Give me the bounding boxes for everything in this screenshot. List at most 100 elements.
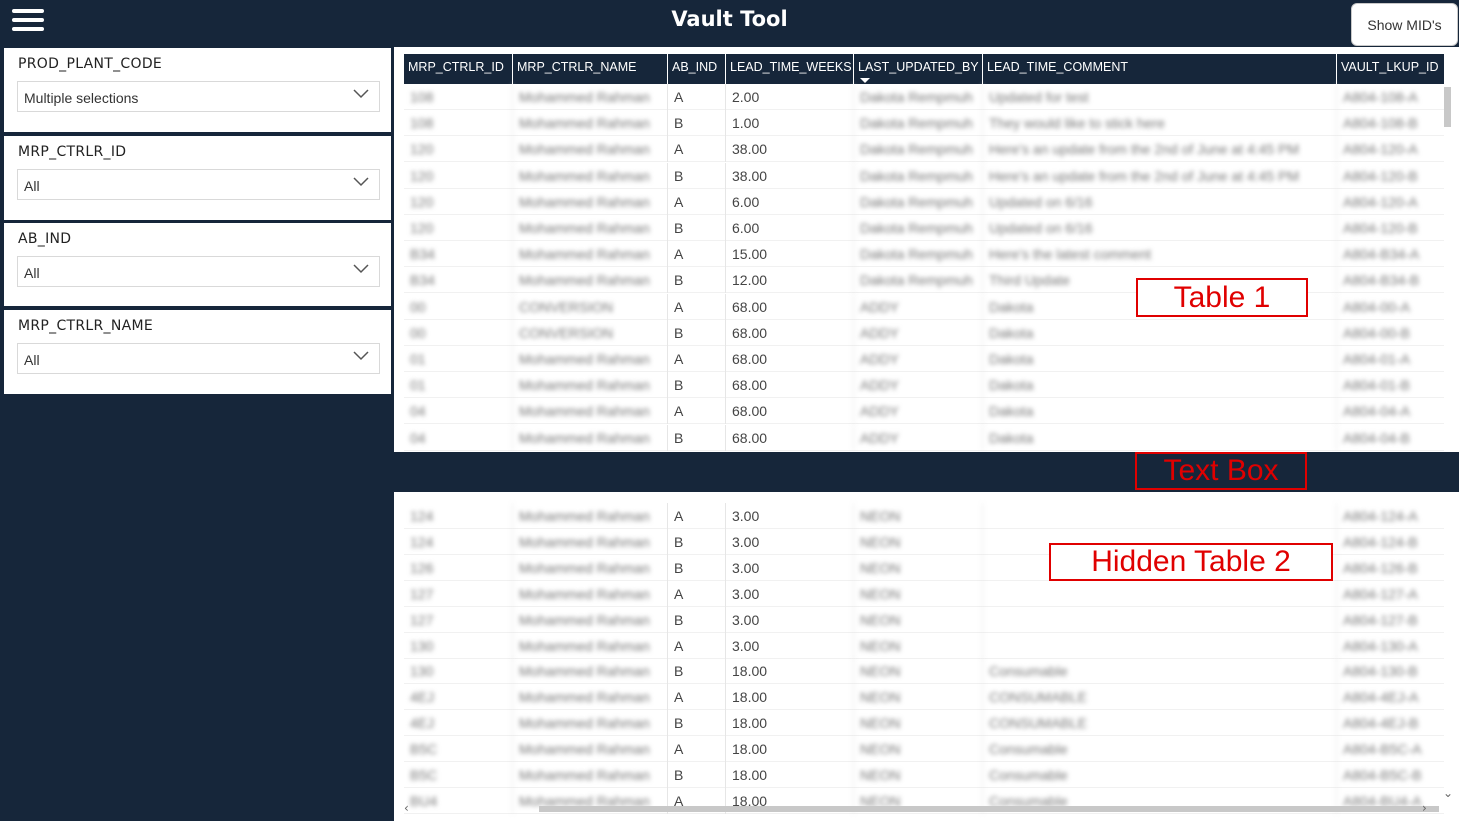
table-row[interactable]: B5C Mohammed Rahman A 18.00 NEON Consumable A8… (404, 736, 1444, 763)
cell-mrp-ctrlr-name: Mohammed Rahman (512, 162, 667, 189)
header-col-lead-time-comment[interactable]: LEAD_TIME_COMMENT (982, 54, 1336, 84)
header-col-lead-time-weeks[interactable]: LEAD_TIME_WEEKS (725, 54, 853, 84)
cell-lead-time-comment: Consumable (982, 762, 1336, 788)
scroll-left-arrow-icon[interactable]: ‹ (404, 801, 409, 815)
cell-mrp-ctrlr-name: Mohammed Rahman (512, 215, 667, 241)
cell-mrp-ctrlr-id: 120 (410, 141, 434, 158)
dropdown-value: All (24, 265, 40, 281)
cell-ab-ind: B (667, 162, 725, 189)
table-row[interactable]: 4EJ Mohammed Rahman A 18.00 NEON CONSUMABLE A8… (404, 684, 1444, 711)
cell-vault-lkup-id: A804-124-A (1336, 503, 1444, 529)
table-row[interactable]: 127 Mohammed Rahman B 3.00 NEON A804-127-B (404, 606, 1444, 633)
cell-lead-time-comment (982, 503, 1336, 529)
cell-mrp-ctrlr-id: 01 (410, 351, 426, 367)
cell-mrp-ctrlr-name: Mohammed Rahman (512, 372, 667, 399)
table-row[interactable]: B34 Mohammed Rahman A 15.00 Dakota Rempmuh He… (404, 241, 1444, 268)
cell-lead-time-comment: Dakota (982, 319, 1336, 346)
scrollbar-thumb[interactable] (539, 806, 1439, 812)
table-row[interactable]: 120 Mohammed Rahman A 6.00 Dakota Rempmuh Upd… (404, 188, 1444, 215)
mrp-ctrlr-id-dropdown[interactable]: All (17, 169, 380, 200)
cell-vault-lkup-id: A804-108-B (1336, 110, 1444, 137)
table-row[interactable]: 127 Mohammed Rahman A 3.00 NEON A804-127-A (404, 580, 1444, 607)
cell-mrp-ctrlr-id: B34 (410, 272, 435, 289)
table-row[interactable]: 04 Mohammed Rahman A 68.00 ADDY Dakota A804-04… (404, 398, 1444, 425)
table-row[interactable]: 4EJ Mohammed Rahman B 18.00 NEON CONSUMABLE A8… (404, 710, 1444, 737)
table-row[interactable]: 01 Mohammed Rahman A 68.00 ADDY Dakota A804-01… (404, 346, 1444, 372)
ab-ind-dropdown[interactable]: All (17, 256, 380, 287)
scroll-down-arrow-icon[interactable]: ⌄ (1443, 786, 1453, 800)
sort-descending-icon (860, 78, 870, 83)
dropdown-value: All (24, 352, 40, 368)
cell-mrp-ctrlr-id: 127 (410, 585, 434, 602)
cell-vault-lkup-id: A804-120-B (1336, 215, 1444, 241)
show-mids-button[interactable]: Show MID's (1351, 3, 1458, 46)
cell-lead-time-comment: Dakota (982, 398, 1336, 425)
scroll-right-arrow-icon[interactable]: › (1422, 801, 1427, 815)
cell-mrp-ctrlr-name: Mohammed Rahman (512, 346, 667, 372)
cell-last-updated-by: Dakota Rempmuh (853, 267, 982, 294)
cell-vault-lkup-id: A804-B5C-B (1336, 762, 1444, 788)
cell-vault-lkup-id: A804-130-B (1336, 658, 1444, 685)
cell-mrp-ctrlr-id: 00 (410, 324, 426, 341)
table-row[interactable]: 108 Mohammed Rahman A 2.00 Dakota Rempmuh Upd… (404, 84, 1444, 110)
cell-last-updated-by: Dakota Rempmuh (853, 136, 982, 163)
cell-lead-time-comment (982, 580, 1336, 607)
table-row[interactable]: 130 Mohammed Rahman A 3.00 NEON A804-130-A (404, 632, 1444, 659)
cell-last-updated-by: Dakota Rempmuh (853, 241, 982, 268)
cell-ab-ind: B (667, 319, 725, 346)
cell-lead-time-weeks: 68.00 (725, 319, 853, 346)
cell-vault-lkup-id: A804-4EJ-A (1336, 684, 1444, 711)
cell-lead-time-comment: They would like to stick here (982, 110, 1336, 137)
cell-mrp-ctrlr-id: 127 (410, 611, 434, 628)
table-row[interactable]: 130 Mohammed Rahman B 18.00 NEON Consumable A8… (404, 658, 1444, 685)
mrp-ctrlr-name-dropdown[interactable]: All (17, 343, 380, 374)
cell-lead-time-comment: Dakota (982, 424, 1336, 451)
table-row[interactable]: 01 Mohammed Rahman B 68.00 ADDY Dakota A804-01… (404, 372, 1444, 399)
cell-mrp-ctrlr-name: Mohammed Rahman (512, 267, 667, 294)
cell-lead-time-comment: Updated on 6/16 (982, 188, 1336, 215)
cell-lead-time-comment: Here's an update from the 2nd of June at… (982, 136, 1336, 163)
vertical-scrollbar[interactable]: ⌄ (1443, 84, 1453, 802)
slicer-title: MRP_CTRLR_ID (18, 144, 127, 160)
header-col-ab-ind[interactable]: AB_IND (667, 54, 725, 84)
cell-lead-time-weeks: 18.00 (725, 736, 853, 763)
table-row[interactable]: 108 Mohammed Rahman B 1.00 Dakota Rempmuh The… (404, 110, 1444, 137)
cell-ab-ind: A (667, 503, 725, 529)
cell-last-updated-by: NEON (853, 580, 982, 607)
cell-mrp-ctrlr-id: 120 (410, 220, 434, 236)
slicer-title: PROD_PLANT_CODE (18, 56, 163, 72)
text-box-annotation: Text Box (1135, 452, 1307, 490)
cell-vault-lkup-id: A804-01-A (1336, 346, 1444, 372)
cell-vault-lkup-id: A804-127-B (1336, 606, 1444, 633)
cell-lead-time-comment: Consumable (982, 736, 1336, 763)
header-col-mrp-ctrlr-id[interactable]: MRP_CTRLR_ID (404, 54, 512, 84)
cell-mrp-ctrlr-id: 124 (410, 508, 434, 524)
scrollbar-thumb[interactable] (1444, 87, 1451, 127)
table-row[interactable]: 00 CONVERSION B 68.00 ADDY Dakota A804-00-B (404, 319, 1444, 346)
chevron-down-icon (353, 351, 369, 361)
cell-mrp-ctrlr-name: Mohammed Rahman (512, 762, 667, 788)
slicer-mrp-ctrlr-name: MRP_CTRLR_NAME All (4, 310, 391, 394)
slicer-title: AB_IND (18, 231, 72, 247)
cell-last-updated-by: Dakota Rempmuh (853, 84, 982, 110)
table-row[interactable]: 120 Mohammed Rahman B 6.00 Dakota Rempmuh Upd… (404, 215, 1444, 241)
cell-mrp-ctrlr-id: B5C (410, 767, 438, 783)
cell-last-updated-by: Dakota Rempmuh (853, 188, 982, 215)
cell-vault-lkup-id: A804-130-A (1336, 632, 1444, 659)
table-row[interactable]: B5C Mohammed Rahman B 18.00 NEON Consumable A8… (404, 762, 1444, 788)
cell-vault-lkup-id: A804-04-A (1336, 398, 1444, 425)
horizontal-scrollbar[interactable]: ‹ › (404, 801, 1444, 815)
table-row[interactable]: 124 Mohammed Rahman A 3.00 NEON A804-124-A (404, 503, 1444, 529)
header-col-vault-lkup-id[interactable]: VAULT_LKUP_ID (1336, 54, 1444, 84)
table-row[interactable]: 120 Mohammed Rahman A 38.00 Dakota Rempmuh He… (404, 136, 1444, 163)
prod-plant-code-dropdown[interactable]: Multiple selections (17, 81, 380, 112)
table-row[interactable]: 04 Mohammed Rahman B 68.00 ADDY Dakota A804-04… (404, 424, 1444, 451)
cell-lead-time-comment: CONSUMABLE (982, 684, 1336, 711)
table-row[interactable]: 120 Mohammed Rahman B 38.00 Dakota Rempmuh He… (404, 162, 1444, 189)
cell-mrp-ctrlr-name: Mohammed Rahman (512, 710, 667, 737)
header-col-mrp-ctrlr-name[interactable]: MRP_CTRLR_NAME (512, 54, 667, 84)
cell-lead-time-weeks: 2.00 (725, 84, 853, 110)
header-col-last-updated-by[interactable]: LAST_UPDATED_BY (853, 54, 982, 84)
cell-lead-time-weeks: 18.00 (725, 684, 853, 711)
cell-last-updated-by: NEON (853, 710, 982, 737)
